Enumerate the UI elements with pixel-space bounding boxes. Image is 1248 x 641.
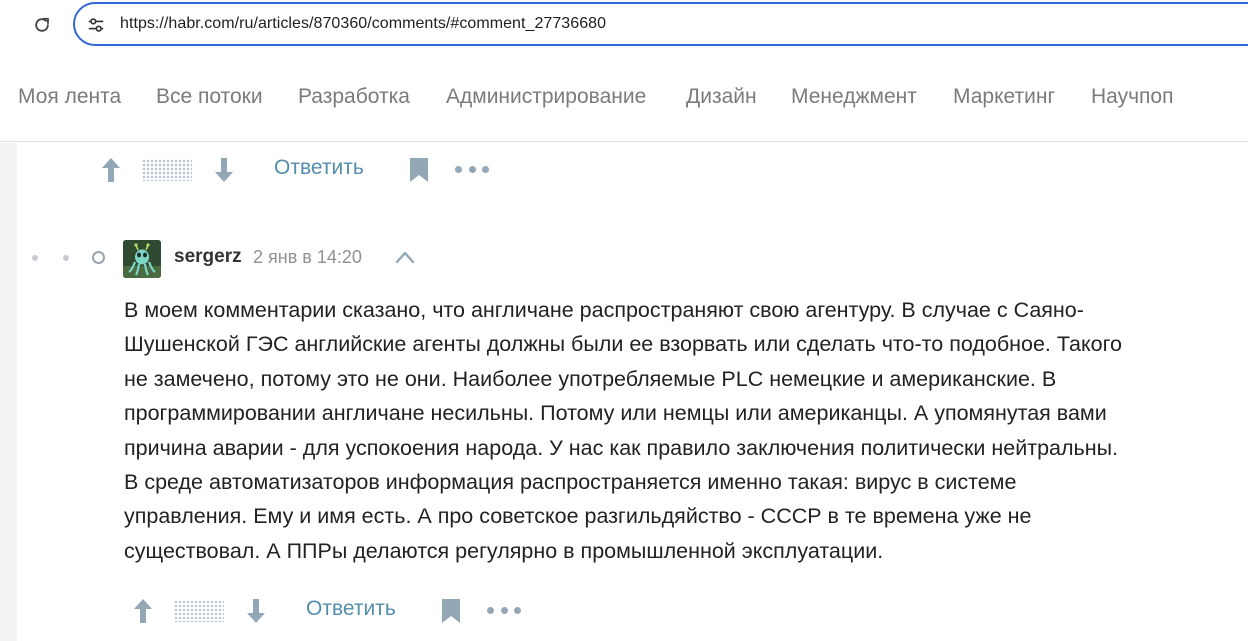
- more-dots-icon: [455, 165, 462, 173]
- vote-score: [174, 600, 224, 622]
- bookmark-icon: [442, 599, 460, 623]
- reload-icon: [35, 17, 49, 32]
- comment-line: причина аварии - для успокоения народа. …: [124, 435, 1119, 460]
- address-bar[interactable]: https://habr.com/ru/articles/870360/comm…: [73, 2, 1248, 46]
- more-dots-icon: [487, 606, 494, 614]
- thread-level-dot[interactable]: [32, 255, 38, 261]
- comment-line: управления. Ему и имя есть. А про советс…: [124, 504, 1032, 529]
- reply-button[interactable]: Ответить: [306, 597, 396, 621]
- tune-icon: [88, 18, 104, 32]
- comment-line: Шушенской ГЭС английские агенты должны б…: [124, 332, 1122, 357]
- browser-toolbar: https://habr.com/ru/articles/870360/comm…: [0, 0, 1248, 50]
- bookmark-button[interactable]: [408, 157, 430, 183]
- collapse-thread-button[interactable]: [395, 249, 415, 265]
- arrow-up-icon: [102, 158, 120, 182]
- vote-down-button[interactable]: [245, 598, 267, 624]
- comment-line: программировании англичане несильны. Пот…: [124, 401, 1107, 426]
- nav-item-management[interactable]: Менеджмент: [791, 85, 917, 109]
- comment-actions: Ответить: [0, 592, 620, 628]
- comment-author[interactable]: sergerz: [174, 246, 242, 268]
- nav-item-popsci[interactable]: Научпоп: [1091, 85, 1173, 109]
- chevron-up-icon: [395, 251, 415, 264]
- comment-line: не замечено, потому это не они. Наиболее…: [124, 366, 1057, 391]
- arrow-down-icon: [215, 158, 233, 182]
- vote-up-button[interactable]: [132, 598, 154, 624]
- more-options-button[interactable]: [487, 602, 521, 618]
- avatar[interactable]: [123, 240, 161, 278]
- bookmark-button[interactable]: [440, 598, 462, 624]
- prev-comment-actions: Ответить: [0, 151, 600, 187]
- bookmark-icon: [410, 158, 428, 182]
- avatar-image: [123, 240, 161, 278]
- nav-item-my-feed[interactable]: Моя лента: [18, 85, 121, 109]
- vote-up-button[interactable]: [100, 157, 122, 183]
- more-options-button[interactable]: [455, 161, 489, 177]
- url-text[interactable]: https://habr.com/ru/articles/870360/comm…: [120, 15, 606, 33]
- vote-score: [142, 159, 192, 181]
- arrow-down-icon: [247, 599, 265, 623]
- nav-item-design[interactable]: Дизайн: [686, 85, 757, 109]
- site-nav: Моя лента Все потоки Разработка Админист…: [0, 52, 1248, 142]
- thread-level-dot[interactable]: [63, 255, 69, 261]
- vote-down-button[interactable]: [213, 157, 235, 183]
- nav-item-all-streams[interactable]: Все потоки: [156, 85, 263, 109]
- nav-item-development[interactable]: Разработка: [298, 85, 410, 109]
- nav-item-administration[interactable]: Администрирование: [446, 85, 646, 109]
- site-settings-button[interactable]: [85, 14, 107, 36]
- reply-button[interactable]: Ответить: [274, 156, 364, 180]
- reload-button[interactable]: [28, 11, 56, 39]
- comment-line: В моем комментарии сказано, что англичан…: [124, 298, 1084, 322]
- comment-line: существовал. А ППРы делаются регулярно в…: [124, 538, 884, 563]
- thread-level-current-dot[interactable]: [92, 251, 105, 264]
- comment-body: В моем комментарии сказано, что англичан…: [124, 293, 1224, 568]
- comment-line: В среде автоматизаторов информация распр…: [124, 470, 1017, 495]
- comment-timestamp[interactable]: 2 янв в 14:20: [253, 247, 362, 268]
- nav-item-marketing[interactable]: Маркетинг: [953, 85, 1055, 109]
- arrow-up-icon: [134, 599, 152, 623]
